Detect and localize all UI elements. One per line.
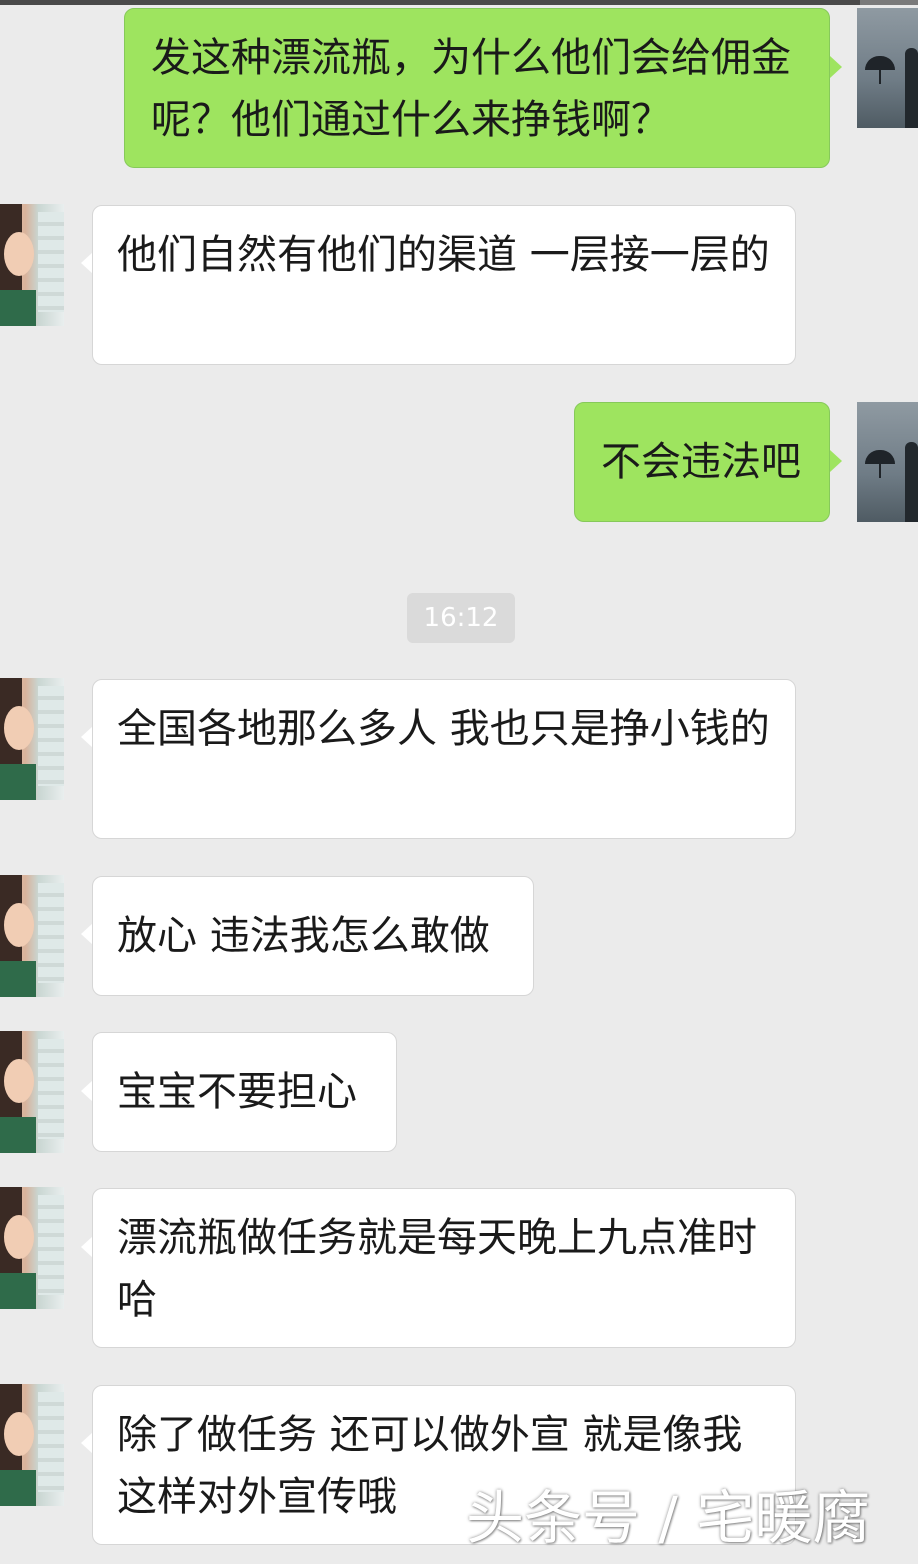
self-avatar-icon[interactable] xyxy=(857,8,918,128)
contact-avatar-icon[interactable] xyxy=(0,875,64,997)
message-bubble[interactable]: 放心 违法我怎么敢做 xyxy=(92,876,534,996)
bubble-tail xyxy=(830,450,842,472)
message-bubble[interactable]: 全国各地那么多人 我也只是挣小钱的 xyxy=(92,679,796,839)
message-bubble[interactable]: 漂流瓶做任务就是每天晚上九点准时哈 xyxy=(92,1188,796,1348)
message-bubble[interactable]: 他们自然有他们的渠道 一层接一层的 xyxy=(92,205,796,365)
contact-avatar-icon[interactable] xyxy=(0,1384,64,1506)
message-bubble[interactable]: 宝宝不要担心 xyxy=(92,1032,397,1152)
message-bubble[interactable]: 不会违法吧 xyxy=(574,402,830,522)
contact-avatar-icon[interactable] xyxy=(0,204,64,326)
chat-timestamp: 16:12 xyxy=(407,593,515,643)
watermark: 头条号 / 宅暖腐 xyxy=(466,1484,871,1552)
message-bubble[interactable]: 发这种漂流瓶，为什么他们会给佣金呢？他们通过什么来挣钱啊？ xyxy=(124,8,830,168)
bubble-tail xyxy=(830,56,842,78)
contact-avatar-icon[interactable] xyxy=(0,1187,64,1309)
status-bar-tab xyxy=(860,0,918,5)
status-bar xyxy=(0,0,918,5)
contact-avatar-icon[interactable] xyxy=(0,678,64,800)
self-avatar-icon[interactable] xyxy=(857,402,918,522)
contact-avatar-icon[interactable] xyxy=(0,1031,64,1153)
